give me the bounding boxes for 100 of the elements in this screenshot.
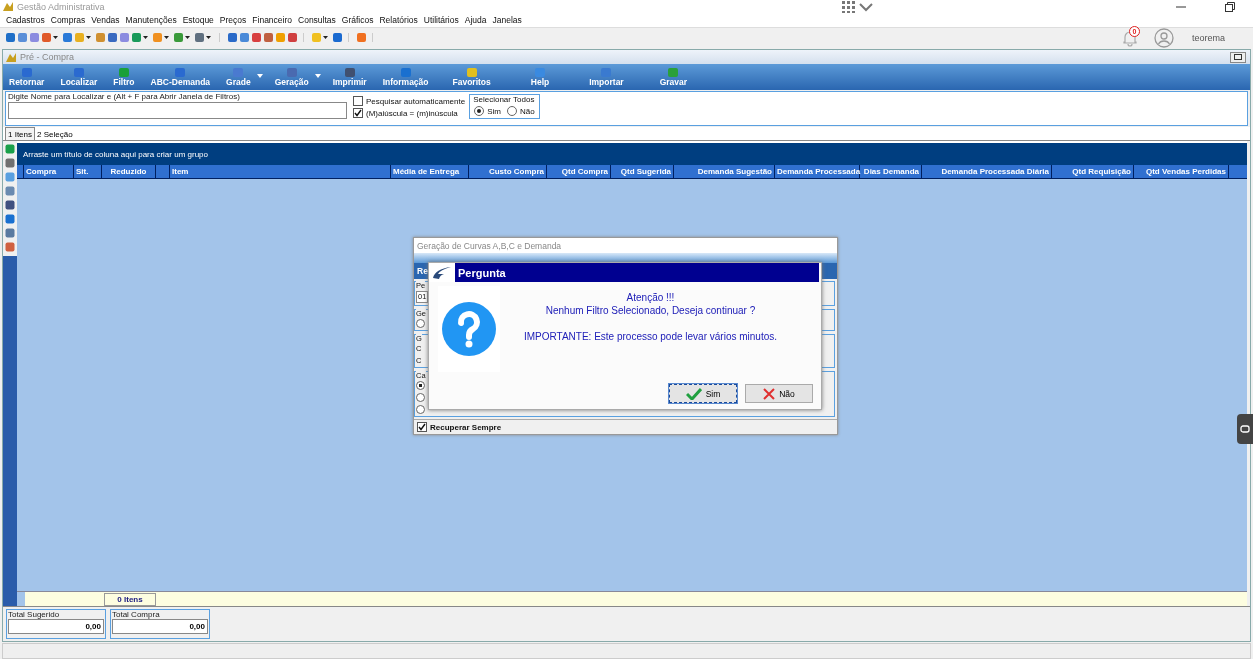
tool-icon	[286, 67, 297, 77]
item-count: 0 Itens	[104, 592, 156, 606]
menu-item[interactable]: Gráficos	[341, 15, 374, 25]
menu-item[interactable]: Utilitários	[423, 15, 459, 25]
ribbon-button[interactable]: Help	[526, 67, 554, 87]
column-header[interactable]: Compra	[24, 165, 74, 178]
radio-button[interactable]	[416, 319, 425, 328]
ribbon-button[interactable]: Filtro	[109, 67, 139, 87]
ribbon-button[interactable]: Geração	[270, 67, 313, 87]
tool-icon	[466, 67, 477, 77]
tool-icon	[73, 67, 84, 77]
radio-button[interactable]	[416, 393, 425, 402]
radio-button[interactable]	[416, 405, 425, 414]
ribbon-button[interactable]: Informação	[378, 67, 433, 87]
tab[interactable]: Re	[417, 266, 428, 276]
column-header[interactable]: Custo Compra	[469, 165, 547, 178]
menu-item[interactable]: Ajuda	[464, 15, 487, 25]
column-header[interactable]: Média de Entrega	[391, 165, 469, 178]
tab[interactable]: 1 Itens	[5, 127, 35, 140]
menu-item[interactable]: Consultas	[298, 15, 336, 25]
column-header[interactable]: Item	[170, 165, 391, 178]
message-text: Nenhum Filtro Selecionado, Deseja continuar ?	[545, 304, 756, 317]
question-icon	[442, 302, 496, 356]
column-header[interactable]: Reduzido	[102, 165, 156, 178]
restore-icon[interactable]	[1230, 51, 1246, 63]
tool-icon	[175, 67, 186, 77]
menu-item[interactable]: Vendas	[91, 15, 120, 25]
tool-icon	[233, 67, 244, 77]
caret-icon[interactable]	[143, 36, 148, 39]
menu-item[interactable]: Manutenções	[125, 15, 177, 25]
caret-icon[interactable]	[323, 36, 328, 39]
dialog-button[interactable]: Sim	[669, 384, 737, 403]
side-panel-tab[interactable]	[1237, 414, 1253, 444]
ribbon-button[interactable]: Favoritos	[448, 67, 495, 87]
caret-icon[interactable]	[86, 36, 91, 39]
column-header[interactable]: Qtd Requisição	[1052, 165, 1134, 178]
tool-icon	[668, 67, 679, 77]
menu-item[interactable]: Preços	[219, 15, 247, 25]
total-field[interactable]: 0,00	[8, 619, 104, 634]
ribbon-button[interactable]: Gravar	[655, 67, 692, 87]
checkbox-label: Pesquisar automaticamente	[366, 96, 466, 106]
grid-menu-icon[interactable]	[841, 0, 875, 14]
checkbox[interactable]	[353, 108, 363, 118]
dialog-title: Geração de Curvas A,B,C e Demanda	[417, 240, 562, 251]
menu-item[interactable]: Compras	[50, 15, 86, 25]
window-title: Pré - Compra	[20, 52, 74, 62]
checkbox-label: Recuperar Sempre	[430, 422, 502, 432]
tab[interactable]: 2 Seleção	[35, 129, 75, 140]
caret-icon[interactable]	[206, 36, 211, 39]
restore-icon[interactable]	[1225, 1, 1235, 12]
panel-icon	[1240, 425, 1250, 433]
radio-button[interactable]	[506, 106, 517, 116]
caret-icon[interactable]	[164, 36, 169, 39]
menu-item[interactable]: Janelas	[492, 15, 522, 25]
field-legend: Digite Nome para Localizar e (Alt + F para Abrir Janela de Filtros)	[8, 92, 347, 101]
checkbox[interactable]	[417, 422, 427, 432]
menu-item[interactable]: Estoque	[182, 15, 214, 25]
column-header[interactable]: Sit.	[74, 165, 102, 178]
column-header[interactable]: Dias Demanda	[860, 165, 922, 178]
tool-icon	[118, 67, 129, 77]
radio-label: Não	[519, 106, 535, 116]
search-field[interactable]	[8, 102, 347, 119]
ribbon-button[interactable]: ABC-Demanda	[146, 67, 215, 87]
tool-icon[interactable]	[333, 33, 342, 42]
menu-item[interactable]: Cadastros	[6, 15, 45, 25]
caret-icon[interactable]	[185, 36, 190, 39]
checkmark-icon	[418, 423, 426, 431]
tool-icon	[344, 67, 355, 77]
ribbon-button[interactable]: Grade	[222, 67, 255, 87]
tool-icon	[21, 67, 32, 77]
menu-item[interactable]: Relatórios	[379, 15, 418, 25]
check-icon	[685, 387, 702, 400]
message-text: Atenção !!!	[626, 291, 675, 304]
user-name: teorema	[1191, 32, 1225, 43]
caret-icon[interactable]	[53, 36, 58, 39]
column-header[interactable]: Demanda Processada Diária	[922, 165, 1052, 178]
menu-item[interactable]: Financeiro	[252, 15, 292, 25]
column-header[interactable]: Qtd Compra	[547, 165, 611, 178]
column-header[interactable]: Demanda Processada	[775, 165, 860, 178]
ribbon-button[interactable]: Importar	[585, 67, 628, 87]
checkbox[interactable]	[353, 96, 363, 106]
ribbon-button[interactable]: Imprimir	[328, 67, 371, 87]
radio-button[interactable]	[474, 106, 485, 116]
radio-button[interactable]	[416, 381, 425, 390]
dialog-button[interactable]: Não	[745, 384, 813, 403]
total-field[interactable]: 0,00	[112, 619, 208, 634]
ribbon-button[interactable]: Localizar	[56, 67, 102, 87]
close-icon	[763, 387, 776, 400]
column-header[interactable]: Qtd Sugerida	[611, 165, 674, 178]
field-legend: Total Compra	[112, 610, 208, 619]
tool-icon	[535, 67, 545, 77]
column-header[interactable]: Demanda Sugestão	[674, 165, 775, 178]
tool-icon[interactable]	[357, 33, 366, 42]
ribbon-button[interactable]: Retornar	[5, 67, 49, 87]
column-header[interactable]: Qtd Vendas Perdidas	[1134, 165, 1229, 178]
radio-label: Sim	[487, 106, 501, 116]
app-title: Gestão Administrativa	[17, 1, 105, 12]
minimize-icon[interactable]	[1176, 5, 1186, 8]
message-text: IMPORTANTE: Este processo pode levar vários minutos.	[523, 330, 778, 343]
user-icon[interactable]	[1153, 27, 1174, 48]
